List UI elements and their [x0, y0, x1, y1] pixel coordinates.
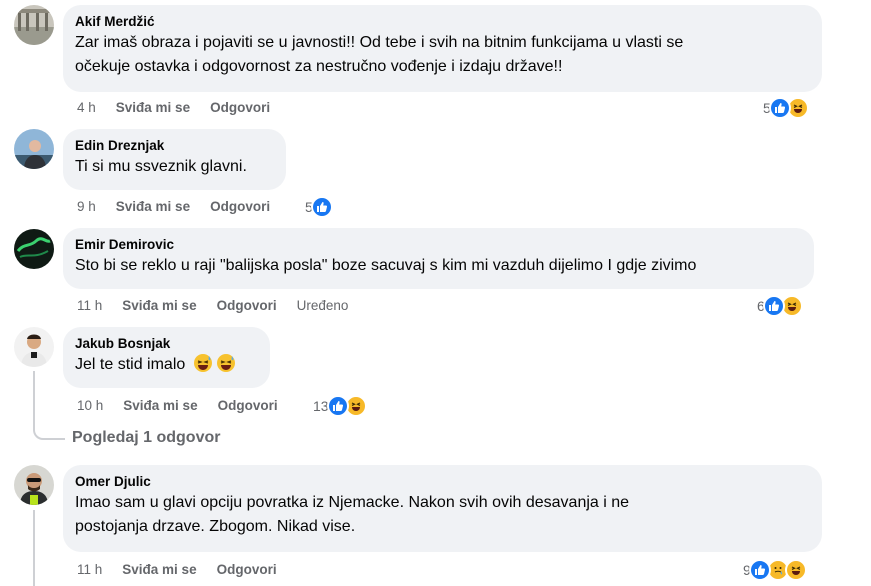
- comment-time[interactable]: 11 h: [77, 562, 102, 577]
- grinning-sweat-emoji: [216, 354, 235, 372]
- comment-text: Imao sam u glavi opciju povratka iz Njem…: [75, 494, 630, 535]
- comment-author[interactable]: Akif Merdžić: [75, 13, 810, 31]
- comment-text: Jel te stid imalo: [75, 353, 258, 377]
- reaction-summary[interactable]: 6: [757, 295, 803, 317]
- grinning-sweat-emoji: [193, 354, 212, 372]
- comment-time[interactable]: 4 h: [77, 100, 96, 115]
- comment-time[interactable]: 11 h: [77, 298, 102, 313]
- comment-author[interactable]: Emir Demirovic: [75, 236, 802, 254]
- reply-button[interactable]: Odgovori: [210, 100, 270, 115]
- comment-bubble: Akif Merdžić Zar imaš obraza i pojaviti …: [63, 5, 822, 92]
- like-button[interactable]: Sviđa mi se: [116, 100, 190, 115]
- comment-bubble: Edin Dreznjak Ti si mu ssveznik glavni.: [63, 129, 286, 190]
- reply-button[interactable]: Odgovori: [217, 298, 277, 313]
- comment-time[interactable]: 10 h: [77, 398, 103, 413]
- comment-bubble: Jakub Bosnjak Jel te stid imalo: [63, 327, 270, 388]
- comment-text: Zar imaš obraza i pojaviti se u javnosti…: [75, 34, 684, 75]
- like-button[interactable]: Sviđa mi se: [122, 562, 196, 577]
- comment-bubble: Omer Djulic Imao sam u glavi opciju povr…: [63, 465, 822, 552]
- like-button[interactable]: Sviđa mi se: [116, 199, 190, 214]
- like-icon: [748, 559, 771, 581]
- comment-actions: 11 h Sviđa mi se Odgovori Uređeno: [77, 295, 348, 315]
- like-button[interactable]: Sviđa mi se: [122, 298, 196, 313]
- comment-author[interactable]: Omer Djulic: [75, 473, 810, 491]
- reaction-summary[interactable]: 9: [743, 559, 807, 581]
- comment-text: Ti si mu ssveznik glavni.: [75, 158, 247, 175]
- comment-actions: 9 h Sviđa mi se Odgovori: [77, 196, 270, 216]
- avatar[interactable]: [14, 465, 54, 505]
- comment-actions: 4 h Sviđa mi se Odgovori: [77, 97, 270, 117]
- like-button[interactable]: Sviđa mi se: [123, 398, 197, 413]
- reply-button[interactable]: Odgovori: [218, 398, 278, 413]
- comment-actions: 11 h Sviđa mi se Odgovori: [77, 559, 277, 579]
- reply-thread-line: [33, 510, 35, 586]
- avatar[interactable]: [14, 327, 54, 367]
- comment-bubble: Emir Demirovic Sto bi se reklo u raji "b…: [63, 228, 814, 289]
- comment-author[interactable]: Edin Dreznjak: [75, 137, 274, 155]
- haha-icon: [784, 559, 807, 581]
- reaction-summary[interactable]: 13: [313, 395, 367, 417]
- reply-button[interactable]: Odgovori: [217, 562, 277, 577]
- edited-label[interactable]: Uređeno: [297, 298, 349, 313]
- comment-text: Sto bi se reklo u raji "balijska posla" …: [75, 257, 697, 274]
- avatar[interactable]: [14, 229, 54, 269]
- reply-button[interactable]: Odgovori: [210, 199, 270, 214]
- like-icon: [768, 97, 791, 119]
- view-replies-link[interactable]: Pogledaj 1 odgovor: [72, 429, 220, 447]
- reaction-summary[interactable]: 5: [763, 97, 809, 119]
- comment-time[interactable]: 9 h: [77, 199, 96, 214]
- comment-author[interactable]: Jakub Bosnjak: [75, 335, 258, 353]
- avatar[interactable]: [14, 5, 54, 45]
- reaction-summary[interactable]: 5: [305, 196, 333, 218]
- like-icon: [762, 295, 785, 317]
- like-icon: [310, 196, 333, 218]
- avatar[interactable]: [14, 129, 54, 169]
- reply-thread-line: [33, 371, 65, 440]
- like-icon: [326, 395, 349, 417]
- comment-actions: 10 h Sviđa mi se Odgovori: [77, 395, 278, 415]
